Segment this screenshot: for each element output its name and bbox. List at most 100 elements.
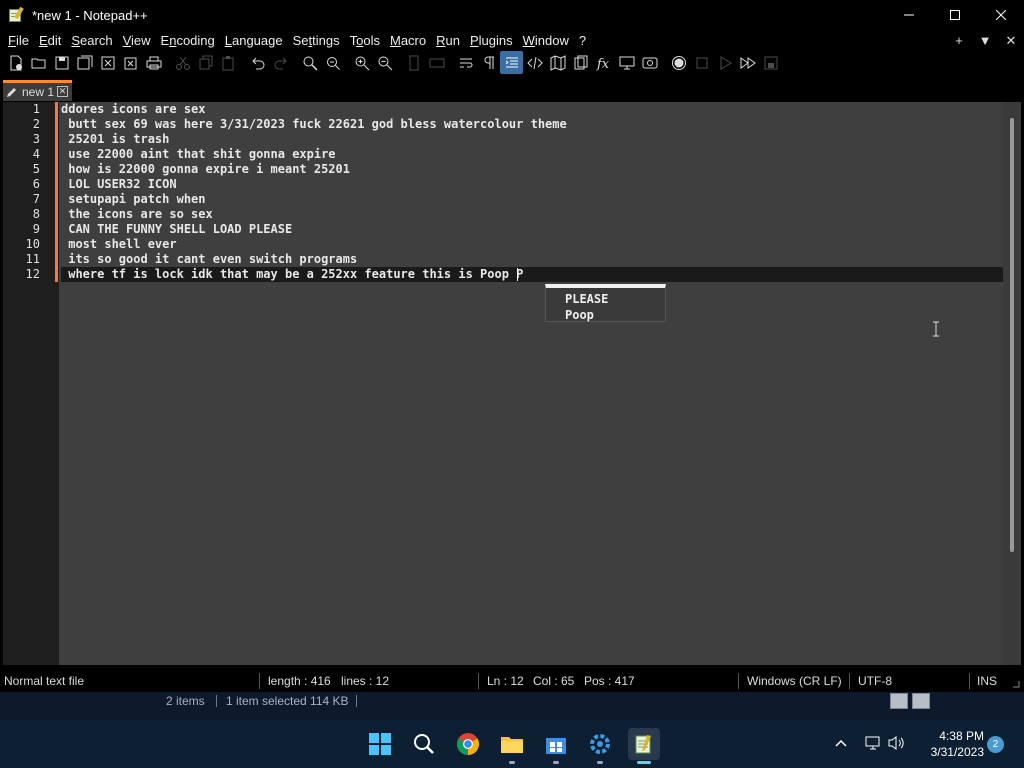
status-encoding[interactable]: UTF-8 bbox=[858, 670, 892, 692]
code-line[interactable]: where tf is lock idk that may be a 252xx… bbox=[61, 267, 523, 282]
scrollbar-thumb[interactable] bbox=[1010, 118, 1014, 552]
document-list-button[interactable] bbox=[569, 51, 592, 74]
code-line[interactable]: butt sex 69 was here 3/31/2023 fuck 2262… bbox=[61, 117, 567, 132]
close-doc-button[interactable]: ✕ bbox=[998, 33, 1024, 49]
details-view-button[interactable] bbox=[890, 693, 908, 709]
copy-button[interactable] bbox=[194, 51, 217, 74]
code-line[interactable]: its so good it cant even switch programs bbox=[61, 252, 357, 267]
indent-guide-button[interactable] bbox=[500, 51, 523, 74]
network-button[interactable] bbox=[862, 732, 884, 754]
record-macro-button[interactable] bbox=[667, 51, 690, 74]
play-icon bbox=[720, 55, 732, 70]
menu-edit[interactable]: Edit bbox=[34, 30, 66, 51]
zoom-out-button[interactable] bbox=[373, 51, 396, 74]
tab-label: new 1 bbox=[22, 85, 55, 99]
notepadpp-icon[interactable] bbox=[8, 6, 24, 23]
status-file-type: Normal text file bbox=[4, 674, 85, 688]
undo-button[interactable] bbox=[246, 51, 269, 74]
menu-run[interactable]: Run bbox=[431, 30, 465, 51]
tab-new-1[interactable]: new 1 ✕ bbox=[3, 80, 72, 101]
save-all-button[interactable] bbox=[73, 51, 96, 74]
close-all-button[interactable] bbox=[119, 51, 142, 74]
code-line[interactable]: use 22000 aint that shit gonna expire bbox=[61, 147, 335, 162]
status-insert-mode[interactable]: INS bbox=[977, 670, 997, 692]
start-button[interactable] bbox=[364, 728, 396, 760]
modified-line-marker bbox=[55, 102, 58, 282]
menu-help[interactable]: ? bbox=[574, 30, 591, 51]
redo-button[interactable] bbox=[269, 51, 292, 74]
vertical-scrollbar[interactable] bbox=[1003, 102, 1021, 665]
zoom-in-button[interactable] bbox=[350, 51, 373, 74]
save-button[interactable] bbox=[50, 51, 73, 74]
save-macro-button[interactable] bbox=[759, 51, 782, 74]
play-macro-button[interactable] bbox=[713, 51, 736, 74]
monitoring-button[interactable] bbox=[638, 51, 661, 74]
code-line[interactable]: ddores icons are sex bbox=[61, 102, 206, 117]
taskbar-notepadpp[interactable] bbox=[628, 728, 660, 764]
editor-pane[interactable]: 1 2 3 4 5 6 7 8 9 10 11 12 ddores icons are sex but… bbox=[3, 102, 1021, 665]
menu-view[interactable]: View bbox=[118, 30, 156, 51]
code-line[interactable]: the icons are so sex bbox=[61, 207, 213, 222]
menu-search[interactable]: Search bbox=[66, 30, 117, 51]
network-icon bbox=[865, 736, 880, 750]
print-button[interactable] bbox=[142, 51, 165, 74]
show-all-chars-button[interactable] bbox=[477, 51, 500, 74]
minimize-button[interactable] bbox=[886, 0, 932, 30]
tab-list-dropdown[interactable]: ▼ bbox=[972, 33, 998, 48]
find-button[interactable] bbox=[298, 51, 321, 74]
new-file-button[interactable] bbox=[4, 51, 27, 74]
folder-workspace-button[interactable] bbox=[615, 51, 638, 74]
xml-tag-button[interactable] bbox=[523, 51, 546, 74]
close-button[interactable] bbox=[978, 0, 1024, 30]
maximize-button[interactable] bbox=[932, 0, 978, 30]
code-line[interactable]: most shell ever bbox=[61, 237, 176, 252]
taskbar-store[interactable] bbox=[540, 728, 572, 764]
new-tab-button[interactable]: + bbox=[946, 33, 972, 48]
tray-overflow-button[interactable] bbox=[830, 732, 852, 754]
menu-encoding[interactable]: Encoding bbox=[156, 30, 220, 51]
resize-grip-icon[interactable] bbox=[1010, 678, 1020, 688]
word-wrap-button[interactable] bbox=[454, 51, 477, 74]
document-map-button[interactable] bbox=[546, 51, 569, 74]
code-line[interactable]: 25201 is trash bbox=[61, 132, 169, 147]
cut-button[interactable] bbox=[171, 51, 194, 74]
sync-vertical-icon bbox=[409, 55, 418, 70]
status-eol[interactable]: Windows (CR LF) bbox=[747, 670, 842, 692]
eye-icon bbox=[642, 57, 657, 68]
tiles-view-button[interactable] bbox=[912, 693, 930, 709]
autocomplete-item[interactable]: PLEASE bbox=[565, 292, 608, 307]
notification-badge[interactable]: 2 bbox=[987, 736, 1004, 753]
menu-plugins[interactable]: Plugins bbox=[465, 30, 518, 51]
code-line[interactable]: CAN THE FUNNY SHELL LOAD PLEASE bbox=[61, 222, 292, 237]
menu-settings[interactable]: Settings bbox=[288, 30, 345, 51]
paste-button[interactable] bbox=[217, 51, 240, 74]
stop-macro-button[interactable] bbox=[690, 51, 713, 74]
code-line[interactable]: setupapi patch when bbox=[61, 192, 205, 207]
code-line[interactable]: LOL USER32 ICON bbox=[61, 177, 176, 192]
taskbar-settings[interactable] bbox=[584, 728, 616, 764]
autocomplete-item[interactable]: Poop bbox=[565, 308, 594, 323]
menu-macro[interactable]: Macro bbox=[385, 30, 431, 51]
replace-button[interactable] bbox=[321, 51, 344, 74]
menu-tools[interactable]: Tools bbox=[345, 30, 385, 51]
menu-window[interactable]: Window bbox=[518, 30, 574, 51]
settings-icon bbox=[590, 734, 610, 754]
text-area[interactable]: ddores icons are sex butt sex 69 was her… bbox=[61, 102, 1003, 665]
menu-file[interactable]: File bbox=[3, 30, 34, 51]
code-line[interactable]: how is 22000 gonna expire i meant 25201 bbox=[61, 162, 350, 177]
volume-button[interactable] bbox=[886, 732, 908, 754]
sync-vertical-button[interactable] bbox=[402, 51, 425, 74]
close-file-button[interactable] bbox=[96, 51, 119, 74]
sync-horizontal-button[interactable] bbox=[425, 51, 448, 74]
line-number: 12 bbox=[25, 267, 40, 281]
taskbar-search-button[interactable] bbox=[408, 728, 440, 760]
taskbar-chrome[interactable] bbox=[452, 728, 484, 760]
menu-language[interactable]: Language bbox=[220, 30, 288, 51]
function-list-button[interactable]: fx bbox=[592, 51, 615, 74]
open-file-button[interactable] bbox=[27, 51, 50, 74]
taskbar-clock[interactable]: 4:38 PM 3/31/2023 bbox=[914, 728, 984, 760]
run-macro-multiple-button[interactable] bbox=[736, 51, 759, 74]
taskbar-file-explorer[interactable] bbox=[496, 728, 528, 764]
tab-close-button[interactable]: ✕ bbox=[57, 86, 68, 97]
line-number: 6 bbox=[32, 177, 40, 191]
